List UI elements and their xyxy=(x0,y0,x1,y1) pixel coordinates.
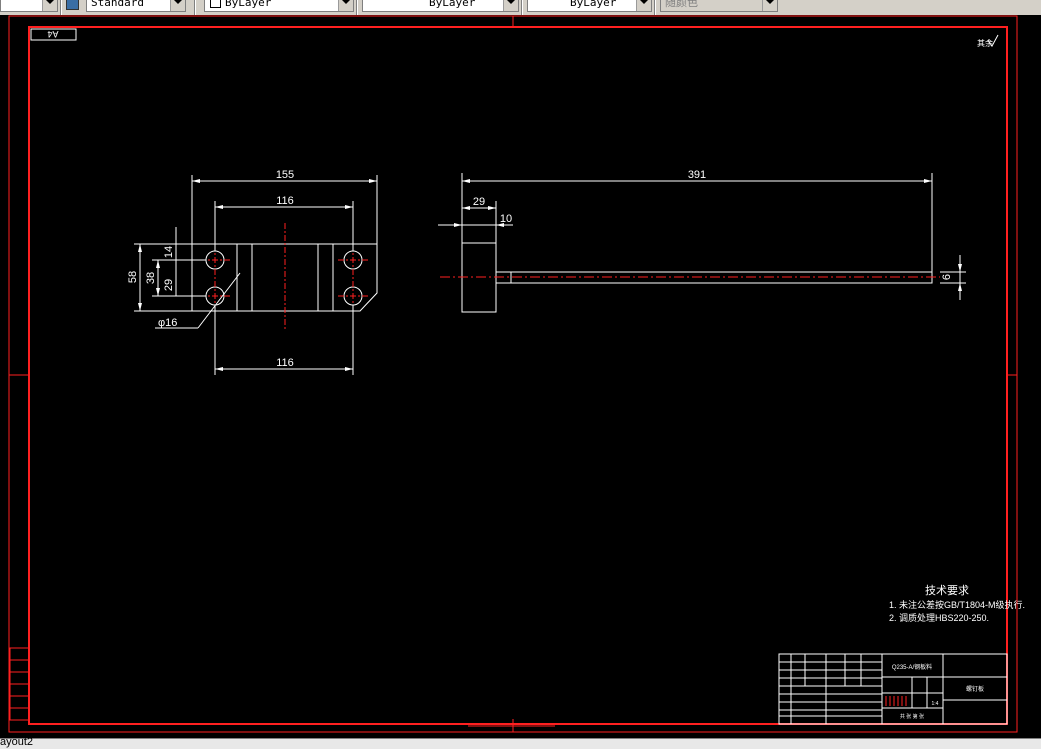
toolbar-separator xyxy=(521,0,523,15)
chevron-down-icon xyxy=(338,0,353,11)
dim-rod: 6 xyxy=(941,274,953,280)
side-dimensions xyxy=(438,173,966,300)
title-block-sheets: 共 张 第 张 xyxy=(900,713,924,720)
dim-top-inner: 116 xyxy=(276,195,294,207)
chevron-down-icon xyxy=(503,0,518,11)
toolbar-separator xyxy=(60,0,62,15)
sheet-inner-frame xyxy=(28,26,1008,725)
toolbar-separator xyxy=(654,0,656,15)
text-style-select[interactable]: Standard xyxy=(86,0,186,12)
dim-middle: 29 xyxy=(163,279,175,291)
tab-layout2[interactable]: ayout2 xyxy=(0,736,33,748)
linetype-select[interactable]: ByLayer xyxy=(362,0,519,12)
title-block: Q235-A/钢板料 螺钉板 共 张 第 张 1:4 xyxy=(778,653,1008,725)
svg-text:A4: A4 xyxy=(47,29,58,39)
sheet-outer-border xyxy=(8,15,1018,733)
properties-toolbar: Standard ByLayer ByLayer ByLayer 随颜色 xyxy=(0,0,1041,16)
drawing-canvas[interactable]: A4 其余 155 116 116 58 38 14 29 φ16 391 29… xyxy=(0,15,1041,738)
svg-text:技术要求: 技术要求 xyxy=(925,584,969,597)
dim-hole-dia: φ16 xyxy=(158,317,177,329)
color-swatch-icon xyxy=(210,0,221,8)
dim-top-offset: 14 xyxy=(163,246,175,258)
chevron-down-icon xyxy=(762,0,777,11)
front-dimensions xyxy=(134,175,378,375)
chevron-down-icon xyxy=(170,0,185,11)
dim-head: 29 xyxy=(473,196,485,208)
text-style-icon[interactable] xyxy=(66,0,79,10)
technical-requirements: 技术要求 1. 未注公差按GB/T1804-M级执行. 2. 调质处理HBS22… xyxy=(889,584,1025,623)
chevron-down-icon xyxy=(42,0,57,11)
dim-height: 58 xyxy=(127,271,139,283)
plot-style-select[interactable]: 随颜色 xyxy=(660,0,778,12)
dim-hole-spacing: 38 xyxy=(145,272,157,284)
layout-tabs: ayout2 xyxy=(0,736,1041,749)
toolbar-separator xyxy=(356,0,358,15)
front-dim-arrows xyxy=(138,179,377,371)
drawing-svg: A4 其余 155 116 116 58 38 14 29 φ16 391 29… xyxy=(8,15,1025,733)
dim-bottom-inner: 116 xyxy=(276,357,294,369)
lineweight-select[interactable]: ByLayer xyxy=(527,0,652,12)
side-dim-arrows xyxy=(454,179,962,291)
dim-step: 10 xyxy=(500,213,512,225)
layer-select[interactable]: ByLayer xyxy=(204,0,354,12)
title-block-drawing-name: 螺钉板 xyxy=(966,685,984,693)
toolbar-separator xyxy=(194,0,196,15)
svg-text:1. 未注公差按GB/T1804-M级执行.: 1. 未注公差按GB/T1804-M级执行. xyxy=(889,599,1025,610)
dim-length: 391 xyxy=(688,169,706,181)
title-block-scale: 1:4 xyxy=(932,701,939,707)
chevron-down-icon xyxy=(636,0,651,11)
left-combo-arrow[interactable] xyxy=(0,0,58,12)
sheet-label-box: A4 xyxy=(30,28,77,41)
front-centerlines xyxy=(200,223,368,331)
dim-overall-width: 155 xyxy=(276,169,294,181)
svg-text:2. 调质处理HBS220-250.: 2. 调质处理HBS220-250. xyxy=(889,612,989,623)
title-block-material: Q235-A/钢板料 xyxy=(892,663,932,671)
front-view: 155 116 116 58 38 14 29 φ16 xyxy=(127,169,378,375)
side-view: 391 29 10 6 xyxy=(438,169,966,313)
title-block-marks xyxy=(885,696,907,706)
